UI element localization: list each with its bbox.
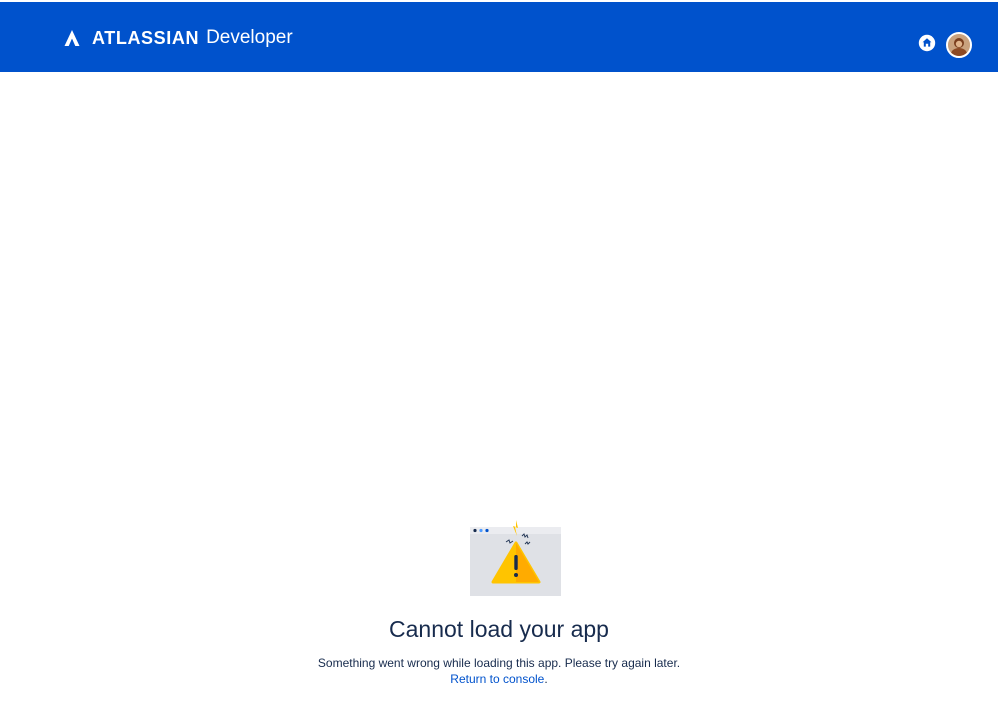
atlassian-logo-icon	[63, 29, 81, 47]
user-avatar[interactable]	[946, 32, 972, 58]
home-icon[interactable]	[918, 34, 936, 52]
return-to-console-link[interactable]: Return to console	[450, 672, 544, 686]
brand-name: ATLASSIAN	[92, 27, 200, 48]
error-message: Something went wrong while loading this …	[317, 656, 681, 670]
top-navigation-bar: ATLASSIAN Developer	[0, 2, 998, 72]
atlassian-developer-home-link[interactable]: ATLASSIAN Developer	[63, 24, 293, 52]
error-title: Cannot load your app	[389, 616, 609, 642]
warning-browser-illustration	[470, 518, 562, 596]
product-name: Developer	[206, 27, 293, 48]
return-line: Return to console.	[0, 671, 998, 687]
return-line-punctuation: .	[544, 672, 548, 686]
